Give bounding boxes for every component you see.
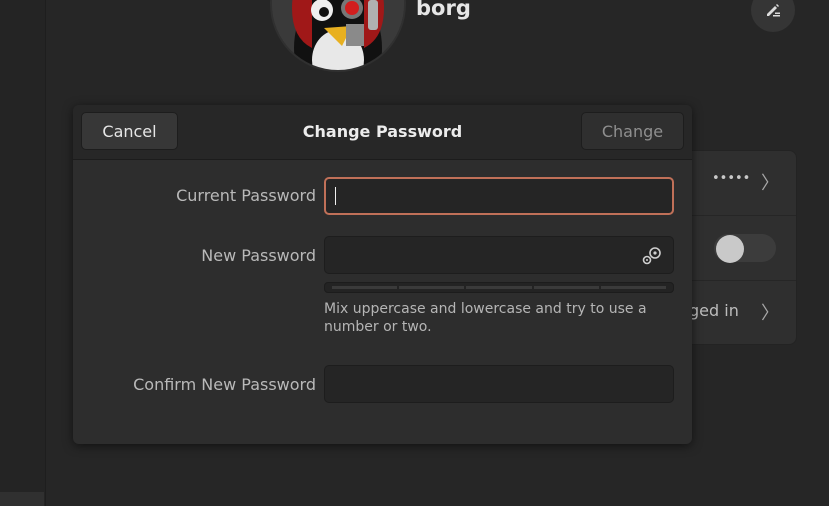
current-password-label: Current Password (176, 186, 316, 205)
confirm-password-label: Confirm New Password (133, 375, 316, 394)
new-password-label: New Password (201, 246, 316, 265)
toggle-knob (716, 235, 744, 263)
last-login-text: ged in (689, 301, 739, 320)
pencil-icon (767, 4, 780, 17)
generate-password-icon[interactable] (641, 246, 663, 266)
edit-user-button[interactable] (751, 0, 795, 32)
avatar-image (272, 0, 404, 70)
sidebar-footer (0, 492, 44, 506)
text-cursor (335, 187, 336, 205)
new-password-field[interactable] (324, 236, 674, 274)
password-mask: ••••• (712, 171, 751, 186)
strength-segment (332, 286, 398, 289)
strength-segment (600, 286, 667, 289)
user-name: borg (416, 0, 471, 20)
chevron-right-icon: 〉 (761, 303, 779, 324)
change-button[interactable]: Change (581, 112, 684, 150)
strength-segment (466, 286, 532, 289)
avatar[interactable] (272, 0, 404, 70)
sidebar (0, 0, 46, 506)
password-hint: Mix uppercase and lowercase and try to u… (324, 301, 647, 335)
strength-segment (399, 286, 465, 289)
strength-segment (533, 286, 599, 289)
current-password-field[interactable] (324, 177, 674, 215)
confirm-password-field[interactable] (324, 365, 674, 403)
settings-window: borg ••••• 〉 ged in 〉 Cancel Change Pass… (0, 0, 829, 506)
password-strength-bar (324, 282, 674, 293)
dialog-header: Cancel Change Password Change (73, 105, 692, 160)
chevron-right-icon: 〉 (761, 173, 779, 194)
change-password-dialog: Cancel Change Password Change Current Pa… (73, 105, 692, 444)
auto-login-toggle[interactable] (714, 234, 776, 263)
